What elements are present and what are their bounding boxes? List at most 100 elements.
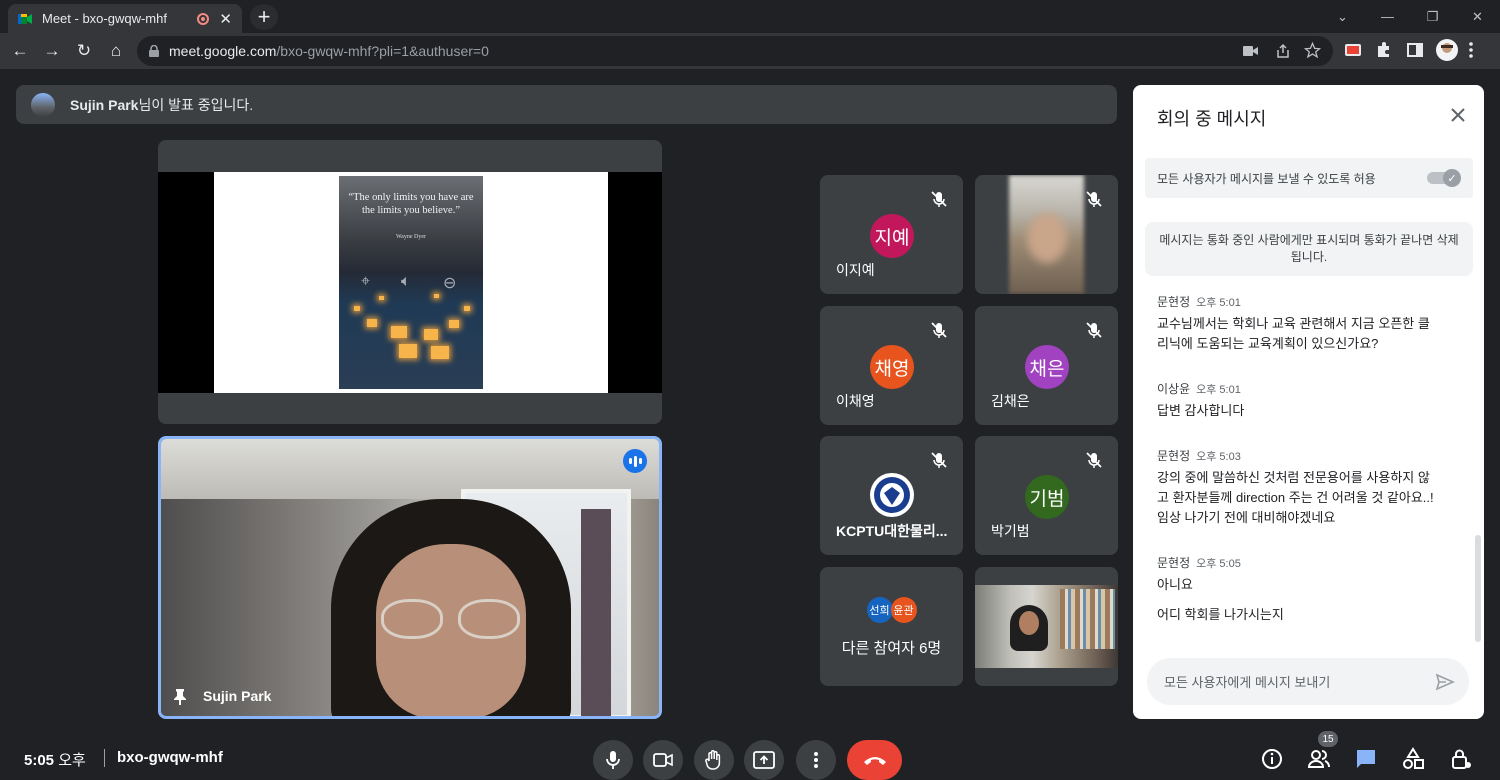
poster-author: Wayne Dyer <box>395 234 426 240</box>
pin-icon[interactable] <box>173 688 187 706</box>
message-sender: 이상윤 <box>1157 382 1191 396</box>
camera-icon <box>653 753 673 767</box>
extensions-puzzle-icon[interactable] <box>1375 41 1393 59</box>
screen-share-tile[interactable]: “The only limits you have are the limits… <box>158 140 662 424</box>
host-controls-lock-icon[interactable] <box>1449 747 1473 771</box>
bookmark-star-icon[interactable] <box>1304 42 1321 59</box>
send-icon[interactable] <box>1435 672 1455 692</box>
lantern-image <box>464 306 470 311</box>
maximize-button[interactable]: ❐ <box>1410 0 1455 33</box>
message-time: 오후 5:01 <box>1196 297 1241 309</box>
close-window-button[interactable]: ✕ <box>1455 0 1500 33</box>
other-participants-label: 다른 참여자 6명 <box>841 640 942 657</box>
close-icon[interactable] <box>1448 105 1468 125</box>
new-tab-button[interactable]: + <box>250 4 278 30</box>
participant-name: 이채영 <box>836 393 875 409</box>
participant-tile[interactable]: KCPTU대한물리... <box>820 436 963 555</box>
profile-avatar-icon[interactable] <box>1436 39 1458 61</box>
share-icon[interactable] <box>1275 43 1291 59</box>
participant-name: 김채은 <box>991 393 1030 409</box>
url-path: /bxo-gwqw-mhf?pli=1&authuser=0 <box>276 43 489 59</box>
activities-icon[interactable] <box>1401 747 1425 771</box>
microphone-button[interactable] <box>593 740 633 780</box>
volume-overlay-icon[interactable]: 🔈︎ <box>401 273 411 291</box>
camera-permission-icon[interactable] <box>1243 44 1259 58</box>
participants-count-badge: 15 <box>1318 731 1338 747</box>
chat-message: 문현정 오후 5:01 교수님께서는 학회나 교육 관련해서 지금 오픈한 클 리닉… <box>1157 293 1457 354</box>
message-sender: 문현정 <box>1157 295 1191 309</box>
allow-messages-label: 모든 사용자가 메시지를 보낼 수 있도록 허용 <box>1157 171 1376 186</box>
participant-tile[interactable]: 지예 이지예 <box>820 175 963 294</box>
participant-avatar: 기범 <box>1025 475 1069 519</box>
mic-off-icon <box>1086 322 1102 338</box>
participant-name: KCPTU대한물리... <box>836 523 948 539</box>
tab-search-icon[interactable]: ⌄ <box>1320 0 1365 33</box>
recording-indicator-icon <box>197 12 210 25</box>
message-text: 임상 나가기 전에 대비해야겠네요 <box>1157 510 1336 525</box>
forward-button[interactable]: → <box>36 35 68 67</box>
presenting-banner: Sujin Park 님이 발표 중입니다. <box>16 85 1117 124</box>
participant-avatar: 선희 <box>866 597 893 623</box>
camera-button[interactable] <box>643 740 683 780</box>
participant-tile[interactable]: 채영 이채영 <box>820 306 963 425</box>
participant-tile[interactable] <box>975 175 1118 294</box>
extensions-area <box>1344 39 1474 61</box>
address-toolbar: ← → ↻ ⌂ meet.google.com/bxo-gwqw-mhf?pli… <box>0 33 1500 69</box>
browser-tab[interactable]: Meet - bxo-gwqw-mhf ✕ <box>8 4 242 33</box>
raise-hand-button[interactable] <box>694 740 734 780</box>
meet-favicon-icon <box>18 13 32 24</box>
people-icon[interactable] <box>1307 747 1331 771</box>
participant-avatar: 윤관 <box>890 597 917 623</box>
lantern-image <box>434 294 439 298</box>
phone-hangup-icon <box>863 757 886 765</box>
meeting-details-icon[interactable] <box>1260 747 1284 771</box>
message-text: 강의 중에 말씀하신 것처럼 전문용어를 사용하지 않 <box>1157 470 1430 485</box>
minimize-button[interactable]: — <box>1365 0 1410 33</box>
participant-video-tile[interactable] <box>975 567 1118 686</box>
url-bar[interactable]: meet.google.com/bxo-gwqw-mhf?pli=1&authu… <box>137 36 1333 66</box>
other-participants-avatars: 선희 윤관 <box>820 597 963 623</box>
main-speaker-tile[interactable]: Sujin Park <box>158 436 662 719</box>
chat-icon[interactable] <box>1354 747 1378 771</box>
lantern-image <box>431 346 449 359</box>
tab-close-icon[interactable]: ✕ <box>219 10 232 28</box>
presenter-avatar <box>31 92 55 117</box>
lantern-image <box>354 306 360 311</box>
remove-overlay-icon[interactable]: ⊖ <box>443 273 456 293</box>
browser-menu-icon[interactable] <box>1468 41 1474 59</box>
participant-tile[interactable]: 채은 김채은 <box>975 306 1118 425</box>
leave-call-button[interactable] <box>847 740 902 780</box>
participant-video-blurred <box>1009 175 1084 294</box>
participant-avatar: 지예 <box>870 214 914 258</box>
chat-scrollbar[interactable] <box>1475 535 1481 642</box>
window-controls: ⌄ — ❐ ✕ <box>1320 0 1500 33</box>
message-text: 리닉에 도움되는 교육계획이 있으신가요? <box>1157 336 1379 351</box>
back-button[interactable]: ← <box>4 35 36 67</box>
lantern-image <box>399 344 417 358</box>
home-button[interactable]: ⌂ <box>100 35 132 67</box>
clock-ampm: 오후 <box>58 752 86 769</box>
chat-message-input[interactable]: 모든 사용자에게 메시지 보내기 <box>1147 658 1469 705</box>
url-host: meet.google.com <box>169 43 277 59</box>
mic-off-icon <box>931 452 947 468</box>
kcptu-logo-icon <box>870 473 914 517</box>
present-icon <box>753 751 775 769</box>
more-options-button[interactable] <box>796 740 836 780</box>
other-participants-tile[interactable]: 선희 윤관 다른 참여자 6명 <box>820 567 963 686</box>
allow-messages-toggle[interactable]: ✓ <box>1427 169 1461 187</box>
pin-overlay-icon[interactable]: ⌖ <box>361 273 370 291</box>
tab-title: Meet - bxo-gwqw-mhf <box>42 11 167 26</box>
side-panel-icon[interactable] <box>1406 41 1424 59</box>
main-speaker-name: Sujin Park <box>203 688 272 704</box>
present-screen-button[interactable] <box>744 740 784 780</box>
more-vert-icon <box>814 752 818 768</box>
message-time: 오후 5:03 <box>1196 451 1241 463</box>
meeting-control-bar: 5:05 오후 bxo-gwqw-mhf <box>0 735 1500 780</box>
reload-button[interactable]: ↻ <box>68 35 100 67</box>
participant-name: 이지예 <box>836 262 875 278</box>
chat-message: 문현정 오후 5:03 강의 중에 말씀하신 것처럼 전문용어를 사용하지 않고 … <box>1157 447 1457 528</box>
cast-extension-icon[interactable] <box>1344 41 1362 59</box>
divider <box>104 749 105 767</box>
message-sender: 문현정 <box>1157 556 1191 570</box>
participant-tile[interactable]: 기범 박기범 <box>975 436 1118 555</box>
